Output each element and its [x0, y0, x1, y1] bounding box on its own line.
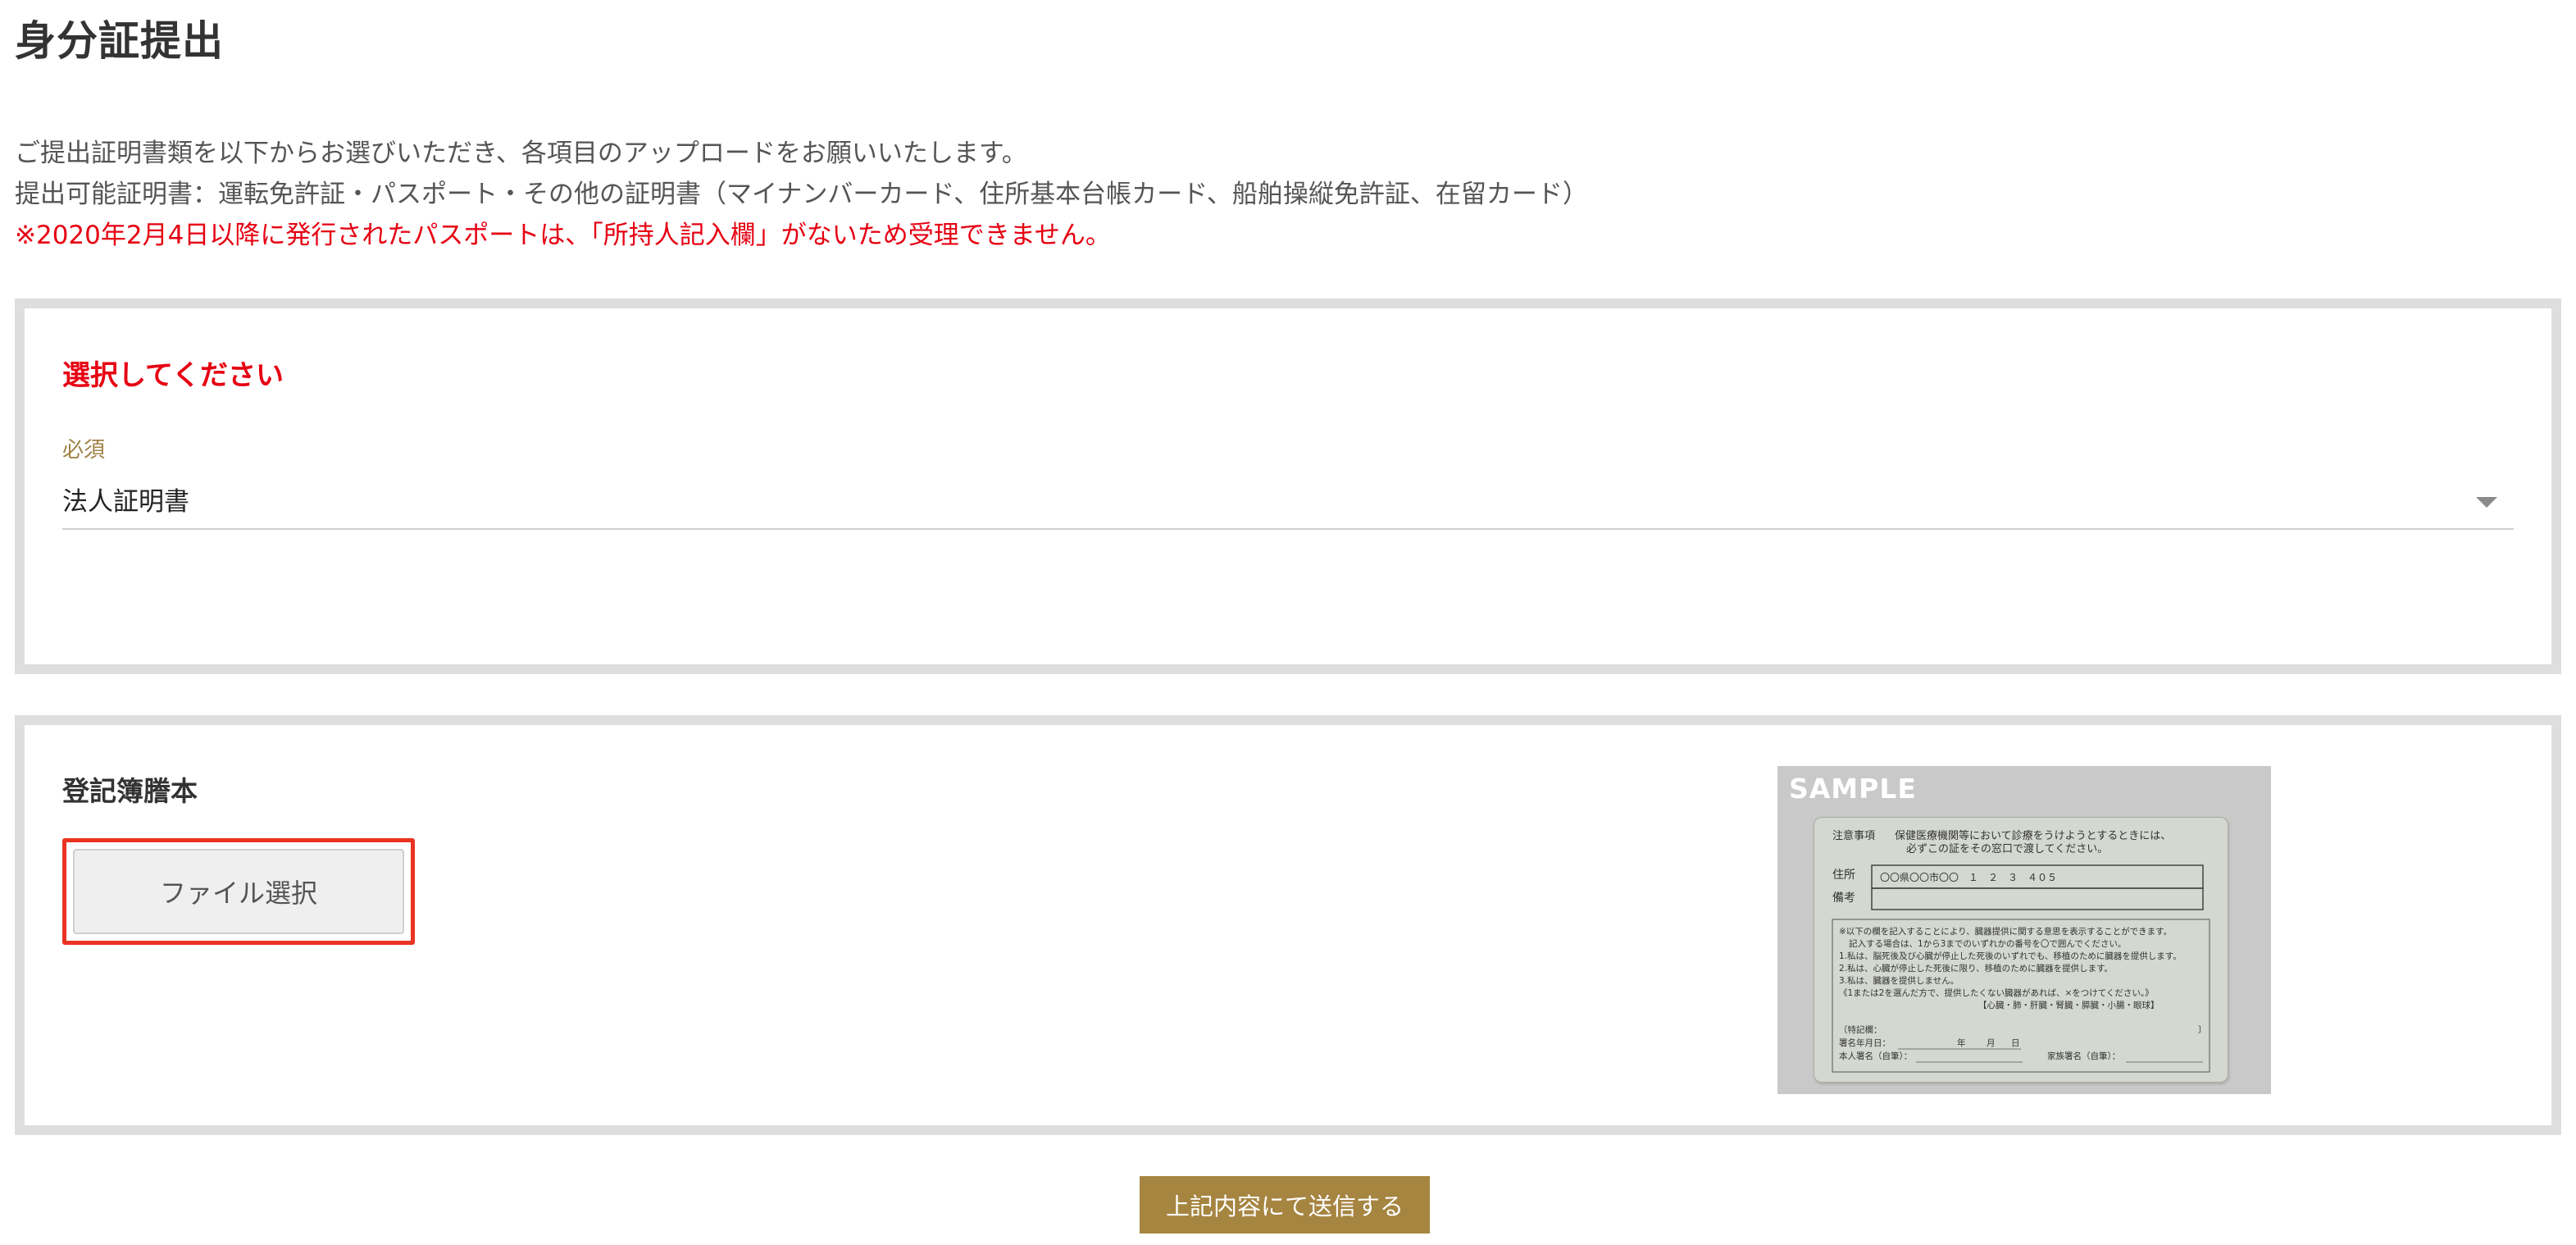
intro-instruction: ご提出証明書類を以下からお選びいただき、各項目のアップロードをお願いいたします。 — [15, 139, 1027, 168]
document-upload-panel: 登記簿謄本 ファイル選択 SAMPLE 注意事項 保健医療機関等において診療をう… — [15, 715, 2561, 1135]
card-notice-heading: 注意事項 — [1832, 829, 1875, 842]
card-sign-year: 年 — [1957, 1038, 1966, 1048]
sample-card-back: 注意事項 保健医療機関等において診療をうけようとするときには、 必ずこの証をその… — [1814, 817, 2228, 1083]
page-title: 身分証提出 — [15, 17, 224, 65]
document-type-select[interactable]: 法人証明書 — [62, 479, 2514, 530]
card-self-sign: 本人署名（自筆）： — [1839, 1051, 1912, 1061]
intro-accepted-documents: 提出可能証明書：運転免許証・パスポート・その他の証明書（マイナンバーカード、住所… — [15, 180, 1588, 209]
identity-submission-page: 身分証提出 ご提出証明書類を以下からお選びいただき、各項目のアップロードをお願い… — [0, 0, 2576, 1245]
file-select-highlight: ファイル選択 — [62, 838, 415, 945]
card-sign-month: 月 — [1987, 1038, 1996, 1048]
card-family-sign: 家族署名（自筆）： — [2047, 1051, 2120, 1061]
card-remarks-label: 備考 — [1832, 892, 1855, 905]
intro-text: ご提出証明書類を以下からお選びいただき、各項目のアップロードをお願いいたします。… — [15, 133, 1588, 256]
sample-label: SAMPLE — [1789, 773, 1917, 805]
card-box-line-5: 3.私は、臓器を提供しません。 — [1839, 975, 1959, 986]
chevron-down-icon — [2476, 497, 2497, 508]
card-box-line-2: 記入する場合は、1から3までのいずれかの番号を〇で囲んでください。 — [1849, 938, 2126, 949]
file-select-button[interactable]: ファイル選択 — [73, 849, 404, 934]
card-box-line-7: 【心臓・肺・肝臓・腎臓・膵臓・小腸・眼球】 — [1978, 1000, 2160, 1010]
sample-card-illustration: 注意事項 保健医療機関等において診療をうけようとするときには、 必ずこの証をその… — [1832, 829, 2210, 1073]
card-box-line-6: 《1または2を選んだ方で、提供したくない臓器があれば、×をつけてください。》 — [1839, 987, 2154, 998]
required-label: 必須 — [62, 438, 106, 463]
card-remarks-box — [1871, 887, 2204, 910]
card-special-note-end: 〕 — [2198, 1024, 2207, 1035]
card-address-label: 住所 — [1832, 869, 1855, 882]
card-special-note: 〔特記欄： — [1839, 1024, 1882, 1035]
card-notice-text-1: 保健医療機関等において診療をうけようとするときには、 — [1895, 829, 2171, 842]
card-sign-day: 日 — [2011, 1038, 2020, 1048]
document-title: 登記簿謄本 — [62, 775, 198, 807]
document-type-panel: 選択してください 必須 法人証明書 — [15, 299, 2561, 674]
card-box-line-4: 2.私は、心臓が停止した死後に限り、移植のために臓器を提供します。 — [1839, 963, 2113, 974]
sample-image: SAMPLE 注意事項 保健医療機関等において診療をうけようとするときには、 必… — [1777, 766, 2271, 1094]
card-notice-text-2: 必ずこの証をその窓口で渡してください。 — [1906, 842, 2108, 855]
card-box-line-3: 1.私は、脳死後及び心臓が停止した死後のいずれでも、移植のために臓器を提供します… — [1839, 951, 2182, 961]
card-sign-date: 署名年月日： — [1839, 1038, 1891, 1048]
document-type-selected-value: 法人証明書 — [62, 487, 189, 517]
card-box-line-1: ※以下の欄を記入することにより、臓器提供に関する意思を表示することができます。 — [1839, 926, 2172, 937]
submit-button[interactable]: 上記内容にて送信する — [1140, 1176, 1430, 1234]
select-heading: 選択してください — [62, 359, 284, 392]
passport-warning: ※2020年2月4日以降に発行されたパスポートは、「所持人記入欄」がないため受理… — [15, 221, 1111, 250]
card-address-value: 〇〇県〇〇市〇〇 １ ２ ３ ４０５ — [1880, 871, 2057, 883]
